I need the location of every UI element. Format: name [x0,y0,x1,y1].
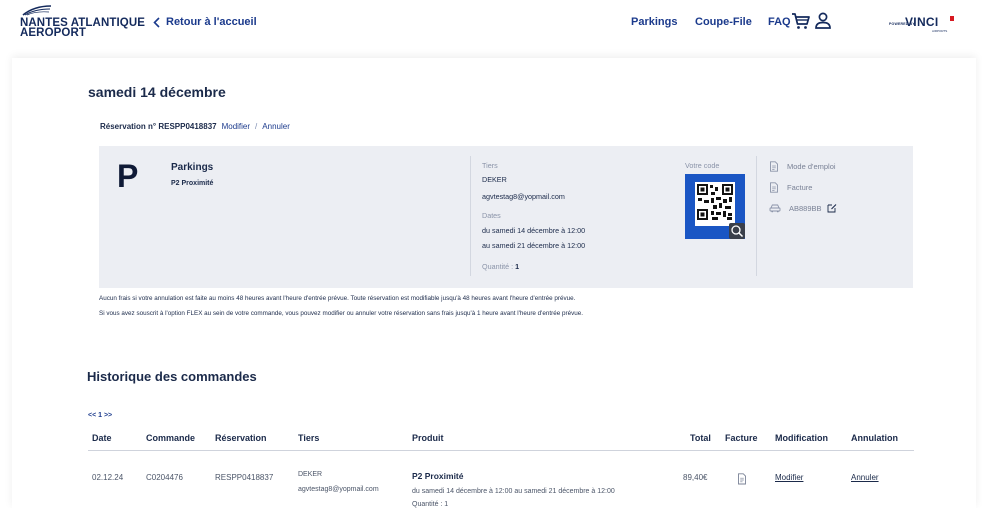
quantity: Quantité : 1 [482,262,519,271]
qr-code-image [695,182,735,226]
link-separator: / [255,122,258,131]
booking-date-title: samedi 14 décembre [88,84,226,100]
account-button[interactable] [814,12,832,35]
order-history-title: Historique des commandes [87,369,257,384]
invoice-icon [738,473,746,485]
vehicle-plate: AB889BB [769,203,837,213]
row-total: 89,40€ [683,473,708,482]
row-reservation: RESPP0418837 [215,473,274,482]
row-product-quantity: Quantité : 1 [412,501,449,508]
row-invoice-button[interactable] [737,472,747,490]
pagination[interactable]: << 1 >> [88,412,112,419]
code-label: Votre code [685,161,720,170]
row-modify-link[interactable]: Modifier [775,473,803,482]
vinci-airports-text: AIRPORTS [932,29,948,33]
parking-icon: P [117,158,139,194]
modify-reservation-link[interactable]: Modifier [222,122,250,131]
dates-label: Dates [482,211,501,220]
vinci-logo: VINCI [905,15,939,29]
top-navigation: NANTES ATLANTIQUE AEROPORT Retour à l'ac… [0,0,982,46]
cart-button[interactable] [791,12,811,35]
reservation-number: Réservation n° RESPP0418837 [100,122,217,131]
back-label: Retour à l'accueil [166,16,257,28]
column-header-cancellation: Annulation [851,433,898,443]
qr-code-panel[interactable] [685,174,745,239]
back-to-home-link[interactable]: Retour à l'accueil [153,16,257,28]
column-header-total: Total [690,433,711,443]
logo-swoosh-icon [22,5,52,16]
user-icon [815,12,831,29]
booking-card: P Parkings P2 Proximité Tiers DEKER agvt… [99,146,913,288]
tiers-email: agvtestag8@yopmail.com [482,192,565,201]
car-icon [769,204,781,213]
column-header-tiers: Tiers [298,433,320,443]
chevron-left-icon [153,16,160,28]
product-subtitle: P2 Proximité [171,180,214,187]
product-title: Parkings [171,162,214,173]
manual-label: Mode d'emploi [787,162,836,171]
nav-parkings[interactable]: Parkings [631,16,677,28]
row-product: P2 Proximité [412,471,464,481]
column-header-product: Produit [412,433,444,443]
divider [470,156,471,276]
reservation-line: Réservation n° RESPP0418837 Modifier / A… [100,122,290,131]
cart-icon [792,13,810,29]
invoice-link[interactable]: Facture [769,182,812,193]
airport-logo[interactable]: NANTES ATLANTIQUE AEROPORT [20,5,145,39]
column-header-invoice: Facture [725,433,758,443]
row-tiers-name: DEKER [298,471,323,478]
date-to: au samedi 21 décembre à 12:00 [482,241,586,250]
cancel-reservation-link[interactable]: Annuler [262,122,290,131]
vinci-logo-mark [950,16,954,21]
edit-icon[interactable] [827,203,837,213]
divider [756,156,757,276]
plate-number: AB889BB [789,203,822,213]
row-product-dates: du samedi 14 décembre à 12:00 au samedi … [412,488,615,495]
quantity-label: Quantité : [482,262,514,271]
user-manual-link[interactable]: Mode d'emploi [769,161,836,172]
zoom-icon [731,225,744,238]
table-header-divider [88,450,914,451]
column-header-modification: Modification [775,433,828,443]
row-cancel-link[interactable]: Annuler [851,473,879,482]
column-header-date: Date [92,433,112,443]
nav-faq[interactable]: FAQ [768,16,791,28]
row-tiers-email: agvtestag8@yopmail.com [298,486,379,493]
tiers-label: Tiers [482,161,498,170]
invoice-icon [770,182,778,193]
column-header-order: Commande [146,433,196,443]
column-header-reservation: Réservation [215,433,267,443]
quantity-value: 1 [515,262,520,271]
document-icon [770,161,778,172]
row-order: C0204476 [146,473,183,482]
flex-notice: Si vous avez souscrit à l'option FLEX au… [99,310,583,317]
logo-line2: AEROPORT [20,27,86,39]
nav-coupe-file[interactable]: Coupe-File [695,16,752,28]
invoice-label: Facture [787,183,813,192]
row-date: 02.12.24 [92,473,124,482]
tiers-name: DEKER [482,175,507,184]
date-from: du samedi 14 décembre à 12:00 [482,226,586,235]
cancellation-notice: Aucun frais si votre annulation est fait… [99,295,576,302]
zoom-button[interactable] [729,223,745,239]
